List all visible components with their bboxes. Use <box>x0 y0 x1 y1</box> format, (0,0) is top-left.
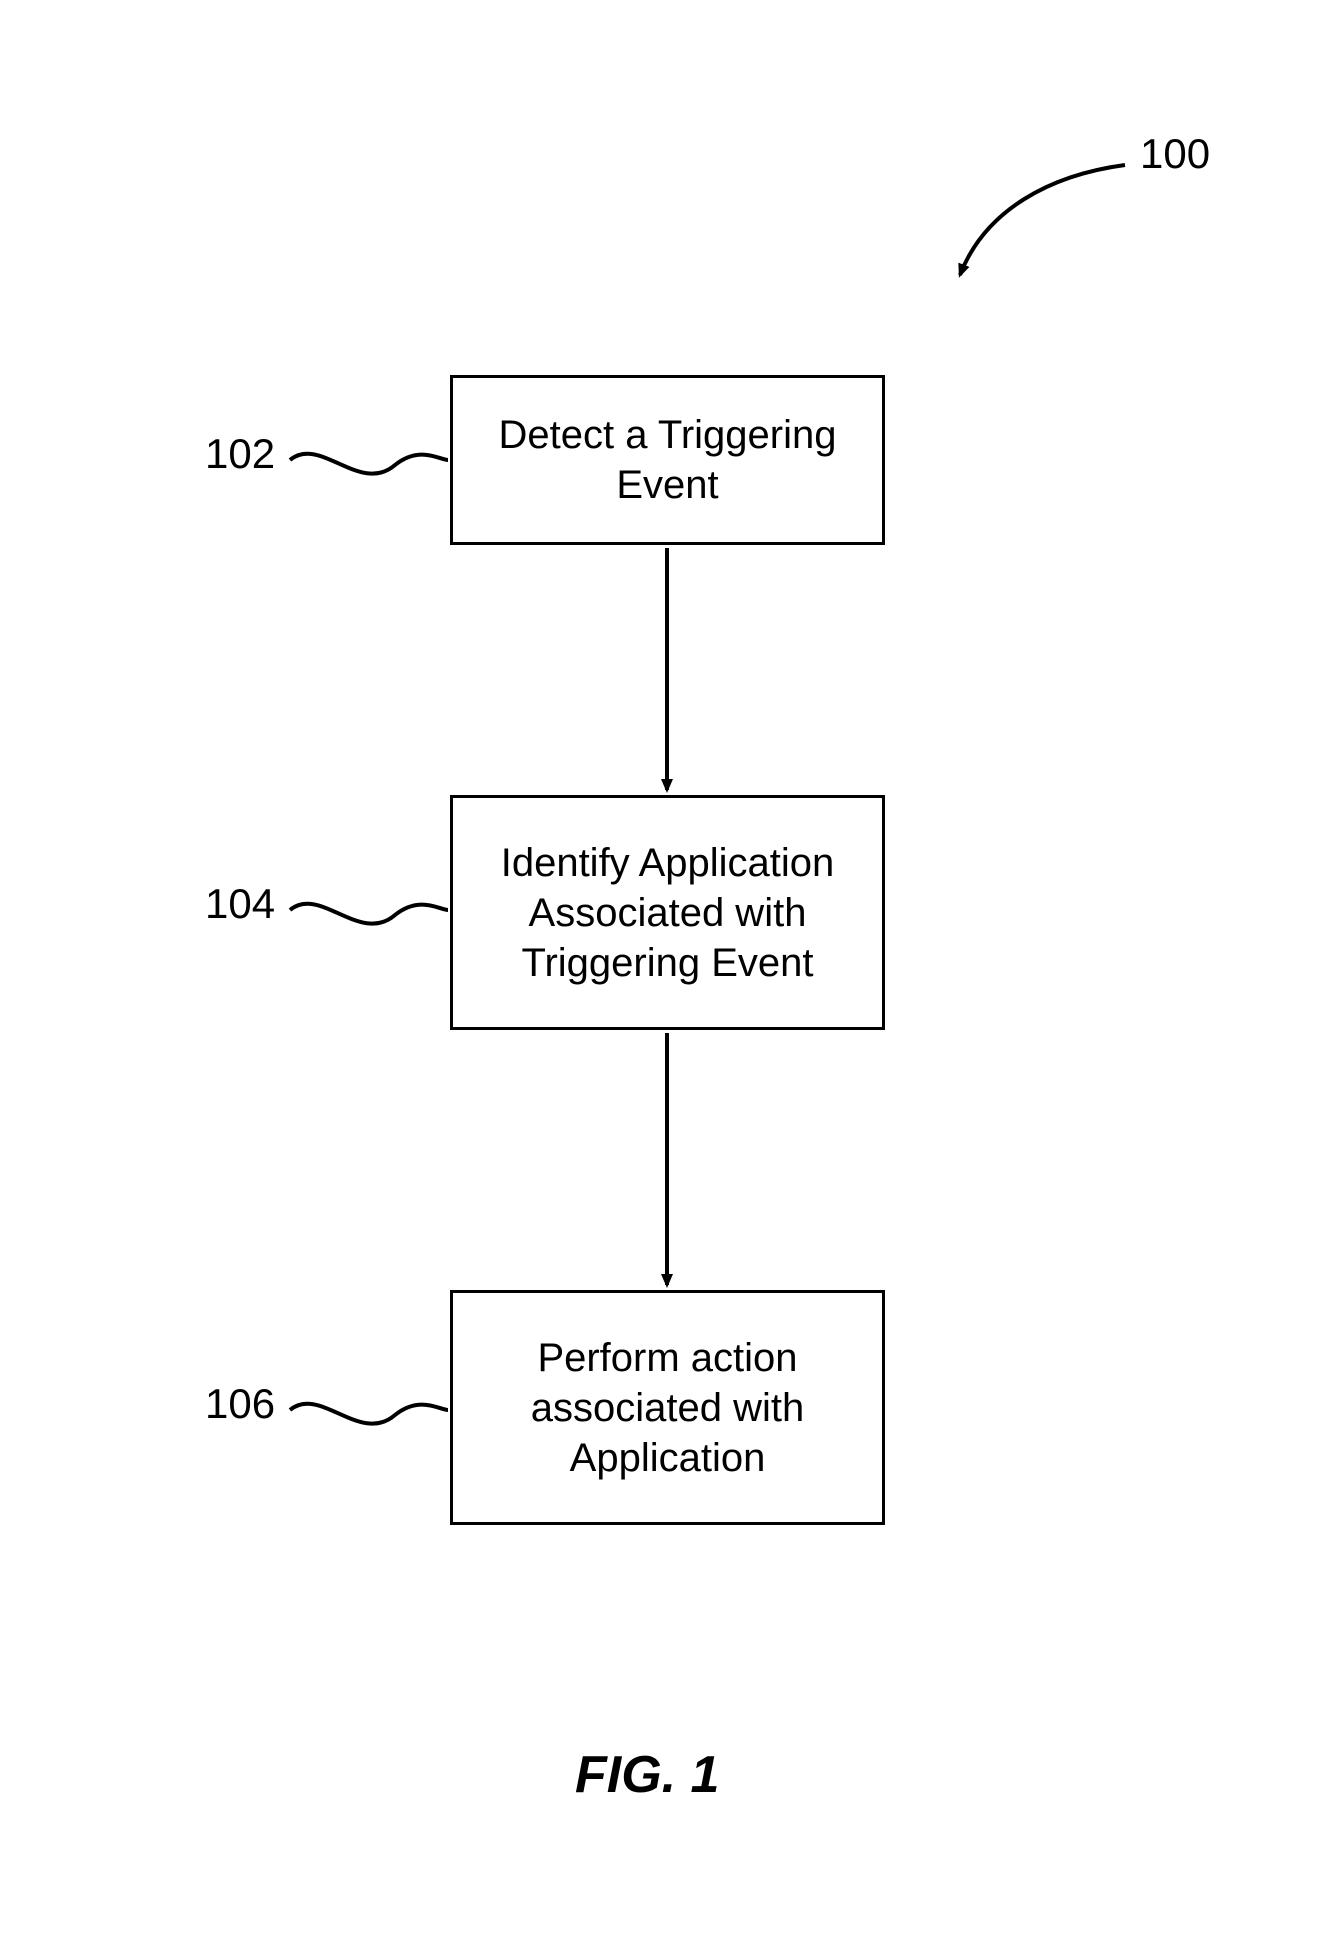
flow-step-106-ref: 106 <box>205 1380 275 1428</box>
ref-leader-106 <box>290 1404 448 1424</box>
flow-step-102-ref: 102 <box>205 430 275 478</box>
figure-ref-arrow <box>960 165 1125 275</box>
flow-step-104-text: Identify Application Associated with Tri… <box>473 838 862 988</box>
flow-step-102: Detect a Triggering Event <box>450 375 885 545</box>
flow-step-106-text: Perform action associated with Applicati… <box>473 1333 862 1483</box>
flow-step-104: Identify Application Associated with Tri… <box>450 795 885 1030</box>
figure-caption: FIG. 1 <box>575 1745 719 1805</box>
ref-leader-102 <box>290 454 448 474</box>
flowchart-figure: 100 Detect a Triggering Event 102 Identi… <box>0 0 1323 1960</box>
flow-step-104-ref: 104 <box>205 880 275 928</box>
flow-step-106: Perform action associated with Applicati… <box>450 1290 885 1525</box>
figure-ref-number: 100 <box>1140 130 1210 178</box>
flow-step-102-text: Detect a Triggering Event <box>473 410 862 510</box>
ref-leader-104 <box>290 904 448 924</box>
